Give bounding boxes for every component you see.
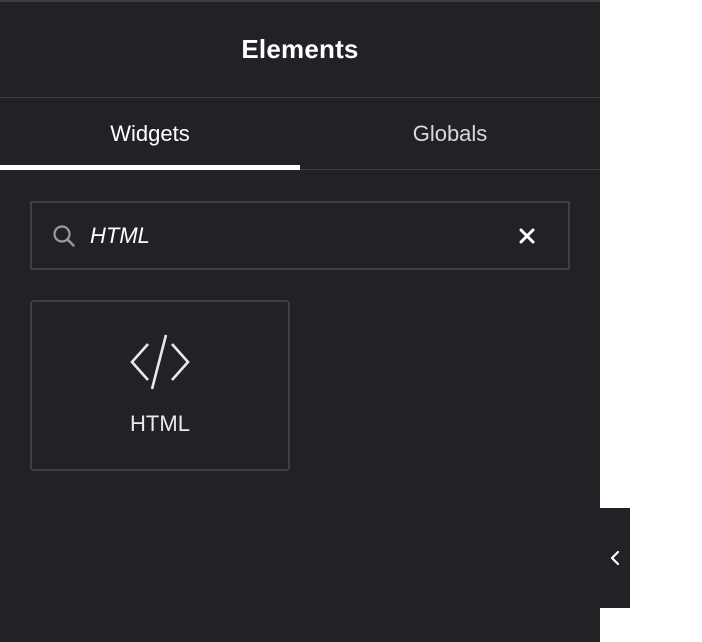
- search-icon: [53, 225, 75, 247]
- code-icon: [130, 334, 190, 390]
- search-box: [30, 201, 570, 270]
- search-input[interactable]: [90, 203, 490, 268]
- panel-header: Elements: [0, 2, 600, 98]
- tab-widgets[interactable]: Widgets: [0, 98, 300, 170]
- chevron-left-icon: [610, 550, 620, 566]
- elements-panel: Elements Widgets Globals HTML HTML: [0, 0, 600, 642]
- widget-label: HTML: [130, 411, 190, 436]
- search-section: [0, 170, 600, 270]
- widget-grid: HTML: [0, 270, 600, 471]
- collapse-panel-button[interactable]: [600, 508, 630, 608]
- panel-title: Elements: [241, 34, 359, 64]
- tab-widgets-label: Widgets: [110, 120, 190, 146]
- tab-globals[interactable]: Globals: [300, 98, 600, 169]
- clear-search-button[interactable]: [514, 223, 540, 249]
- widget-html[interactable]: HTML: [30, 300, 290, 471]
- close-icon: [519, 228, 535, 244]
- panel-tabs: Widgets Globals: [0, 98, 600, 170]
- tab-globals-label: Globals: [412, 120, 488, 146]
